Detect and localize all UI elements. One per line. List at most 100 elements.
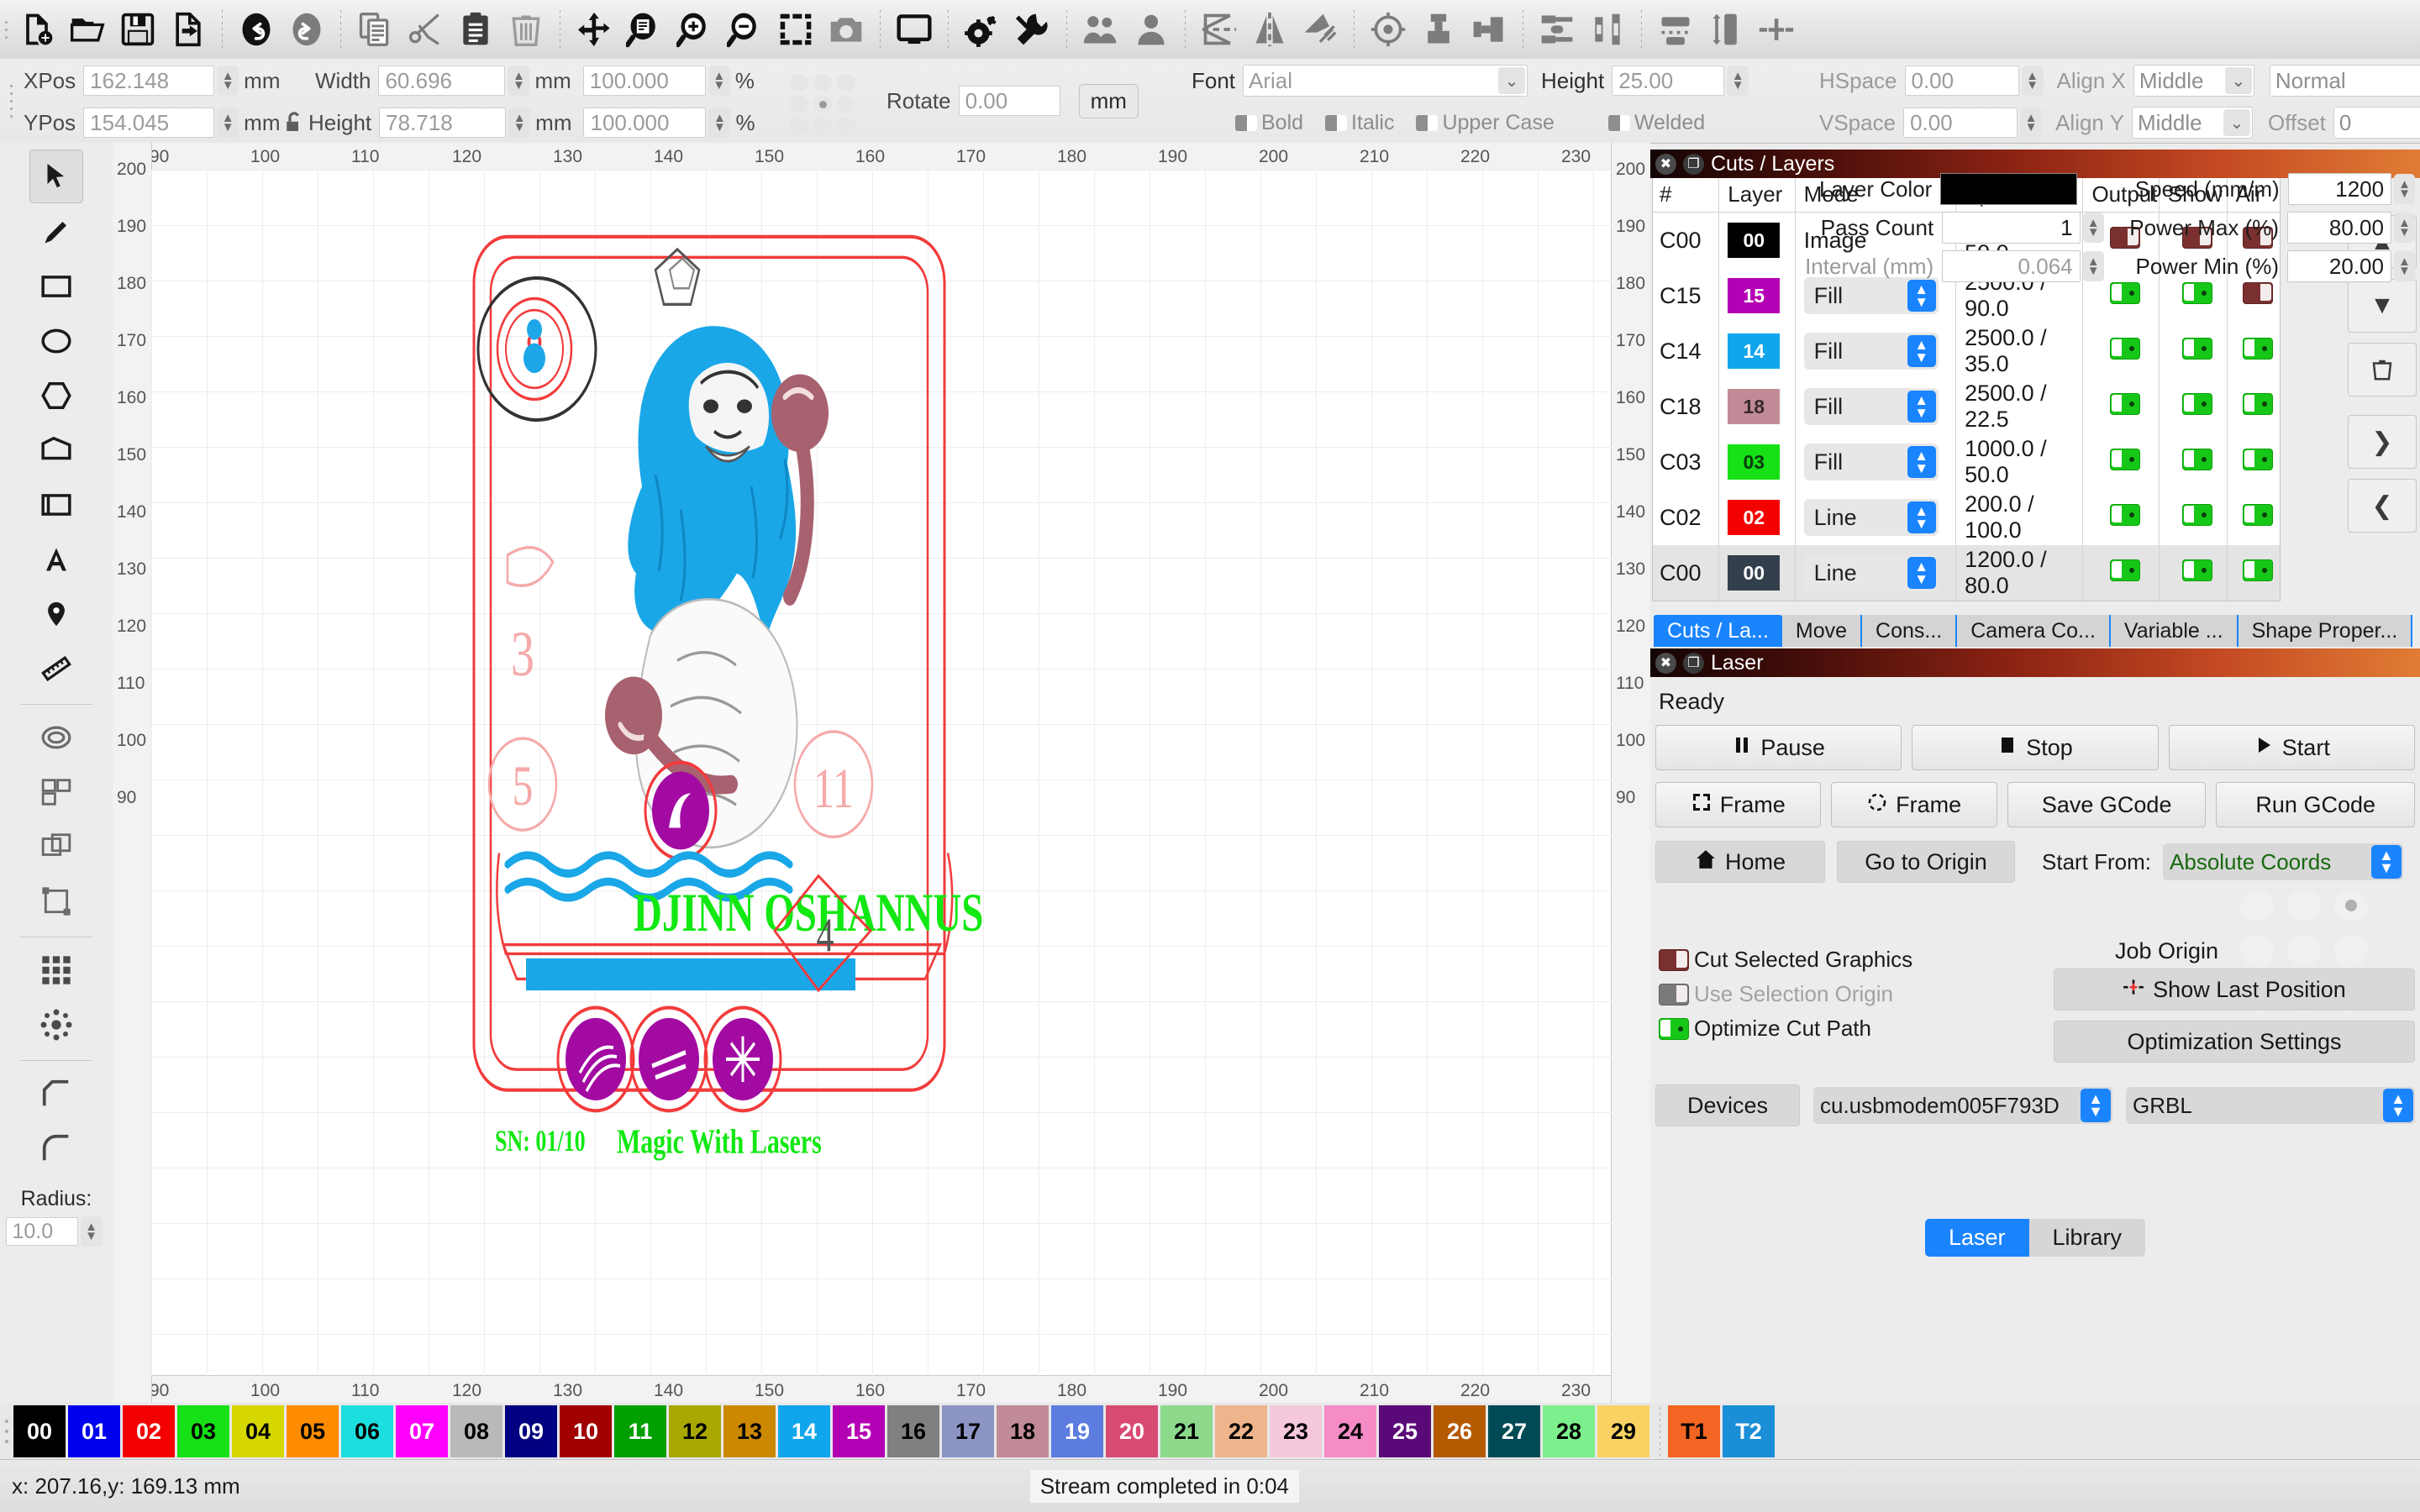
palette-swatch[interactable]: 21: [1160, 1405, 1213, 1457]
air-toggle[interactable]: [2226, 490, 2280, 545]
design-canvas[interactable]: 90 100 110 120 130 140 150 160 170 180 1…: [113, 143, 1650, 1403]
speed-input[interactable]: 1200: [2287, 173, 2392, 205]
bold-switch[interactable]: [1235, 114, 1257, 131]
chevron-down-icon[interactable]: ⌄: [2223, 109, 2250, 136]
palette-tool-swatch[interactable]: T2: [1723, 1405, 1775, 1457]
close-icon[interactable]: ✖: [1655, 652, 1676, 674]
text-style-select[interactable]: Normal ⌄: [2269, 65, 2420, 97]
anchor-br[interactable]: [837, 118, 855, 134]
layer-swatch[interactable]: 03: [1728, 444, 1781, 480]
layer-color-swatch[interactable]: [1940, 173, 2078, 205]
output-switch[interactable]: [2110, 448, 2141, 470]
layer-color-cell[interactable]: 00: [1718, 545, 1796, 601]
palette-swatch[interactable]: 12: [669, 1405, 721, 1457]
rectangle-icon[interactable]: [30, 260, 82, 312]
frame-round-button[interactable]: Frame: [1831, 782, 1997, 827]
save-gcode-button[interactable]: Save GCode: [2007, 782, 2207, 827]
air-toggle[interactable]: [2226, 434, 2280, 490]
new-file-icon[interactable]: [12, 4, 62, 55]
layer-swatch[interactable]: 14: [1728, 333, 1781, 369]
save-disk-icon[interactable]: [113, 4, 163, 55]
layer-mode-cell[interactable]: Fill ▲ ▼: [1794, 434, 1956, 490]
interval-input[interactable]: 0.064: [1942, 250, 2081, 282]
circular-array-icon[interactable]: [30, 999, 82, 1051]
laser-library-tab[interactable]: Library: [2028, 1219, 2146, 1257]
show-switch[interactable]: [2181, 503, 2212, 526]
offset-select[interactable]: 0 ⌄: [2333, 107, 2420, 139]
anchor-mr[interactable]: [837, 96, 855, 113]
prev-icon[interactable]: ❮: [2348, 479, 2417, 533]
device-port-select[interactable]: cu.usbmodem005F793D ▲ ▼: [1813, 1087, 2112, 1124]
align-center-target-icon[interactable]: [1363, 4, 1413, 55]
vspace-input[interactable]: 0.00: [1903, 108, 2018, 138]
power-max-stepper[interactable]: ▲ ▼: [2393, 213, 2415, 243]
palette-swatch[interactable]: 27: [1488, 1405, 1540, 1457]
radius-input[interactable]: 10.0: [5, 1217, 78, 1246]
output-switch[interactable]: [2110, 559, 2141, 581]
output-toggle[interactable]: [2082, 323, 2160, 379]
corner-radius-icon[interactable]: [30, 1122, 82, 1174]
laser-library-tab[interactable]: Laser: [1924, 1219, 2029, 1257]
air-toggle[interactable]: [2226, 545, 2280, 601]
undo-icon[interactable]: [231, 4, 281, 55]
use-selection-origin-toggle[interactable]: Use Selection Origin: [1659, 981, 2054, 1007]
interval-stepper[interactable]: ▲ ▼: [2082, 251, 2104, 281]
offset-shapes-icon[interactable]: [30, 711, 82, 764]
group-users-icon[interactable]: [1076, 4, 1126, 55]
card-artwork[interactable]: 8: [113, 143, 1650, 1403]
gears-icon[interactable]: [957, 4, 1007, 55]
text-height-stepper[interactable]: ▲ ▼: [1727, 66, 1749, 96]
palette-swatch[interactable]: 28: [1543, 1405, 1595, 1457]
job-origin-mc[interactable]: [2287, 935, 2321, 967]
open-folder-icon[interactable]: [62, 4, 113, 55]
palette-swatch[interactable]: 17: [942, 1405, 994, 1457]
height-stepper[interactable]: ▲ ▼: [508, 108, 531, 138]
align-middle-h-icon[interactable]: [1532, 4, 1582, 55]
palette-swatch[interactable]: 09: [505, 1405, 557, 1457]
boolean-shape-icon[interactable]: [30, 479, 82, 531]
cut-selected-switch[interactable]: [1659, 948, 1689, 971]
layer-color-cell[interactable]: 02: [1718, 490, 1796, 545]
polygon-icon[interactable]: [30, 370, 82, 422]
home-button[interactable]: Home: [1655, 841, 1825, 883]
job-origin-tr[interactable]: [2334, 890, 2368, 921]
palette-grip[interactable]: [0, 1403, 13, 1460]
cut-selected-graphics-toggle[interactable]: Cut Selected Graphics: [1659, 947, 2054, 973]
uppercase-switch[interactable]: [1416, 114, 1439, 131]
output-switch[interactable]: [2110, 392, 2141, 415]
anchor-tc[interactable]: [813, 74, 832, 91]
zoom-in-icon[interactable]: [670, 4, 720, 55]
output-toggle[interactable]: [2082, 434, 2160, 490]
close-icon[interactable]: ✖: [1655, 153, 1676, 175]
palette-swatch[interactable]: 13: [723, 1405, 776, 1457]
height-percent-stepper[interactable]: ▲ ▼: [708, 108, 731, 138]
italic-switch[interactable]: [1325, 114, 1348, 131]
anchor-bc[interactable]: [813, 118, 832, 134]
node-edit-icon[interactable]: [30, 875, 82, 927]
flip-horizontal-icon[interactable]: [1194, 4, 1244, 55]
uppercase-toggle[interactable]: Upper Case: [1416, 111, 1555, 135]
show-toggle[interactable]: [2158, 545, 2228, 601]
show-toggle[interactable]: [2158, 434, 2228, 490]
frame-square-button[interactable]: Frame: [1655, 782, 1822, 827]
height-percent-input[interactable]: 100.000: [583, 108, 707, 138]
palette-swatch[interactable]: 04: [232, 1405, 284, 1457]
show-toggle[interactable]: [2158, 323, 2228, 379]
palette-swatch[interactable]: 20: [1106, 1405, 1158, 1457]
hspace-input[interactable]: 0.00: [1904, 66, 2019, 96]
select-arrow-icon[interactable]: [29, 150, 83, 203]
layer-mode-cell[interactable]: Fill ▲ ▼: [1794, 379, 1956, 434]
width-percent-input[interactable]: 100.000: [582, 66, 706, 96]
chevron-updown-icon[interactable]: ▲ ▼: [2371, 845, 2402, 879]
show-toggle[interactable]: [2158, 490, 2228, 545]
alignx-select[interactable]: Middle ⌄: [2133, 65, 2254, 97]
pass-count-stepper[interactable]: ▲ ▼: [2082, 213, 2104, 243]
air-switch[interactable]: [2242, 337, 2273, 360]
table-row[interactable]: C18 18 Fill ▲ ▼ 2500.0 / 22.5: [1653, 379, 2280, 434]
float-icon[interactable]: ❐: [1683, 652, 1704, 674]
air-toggle[interactable]: [2226, 379, 2280, 434]
width-percent-stepper[interactable]: ▲ ▼: [708, 66, 730, 96]
trash-icon[interactable]: [501, 4, 551, 55]
array-copy-icon[interactable]: [30, 766, 82, 818]
position-pin-icon[interactable]: [30, 588, 82, 640]
